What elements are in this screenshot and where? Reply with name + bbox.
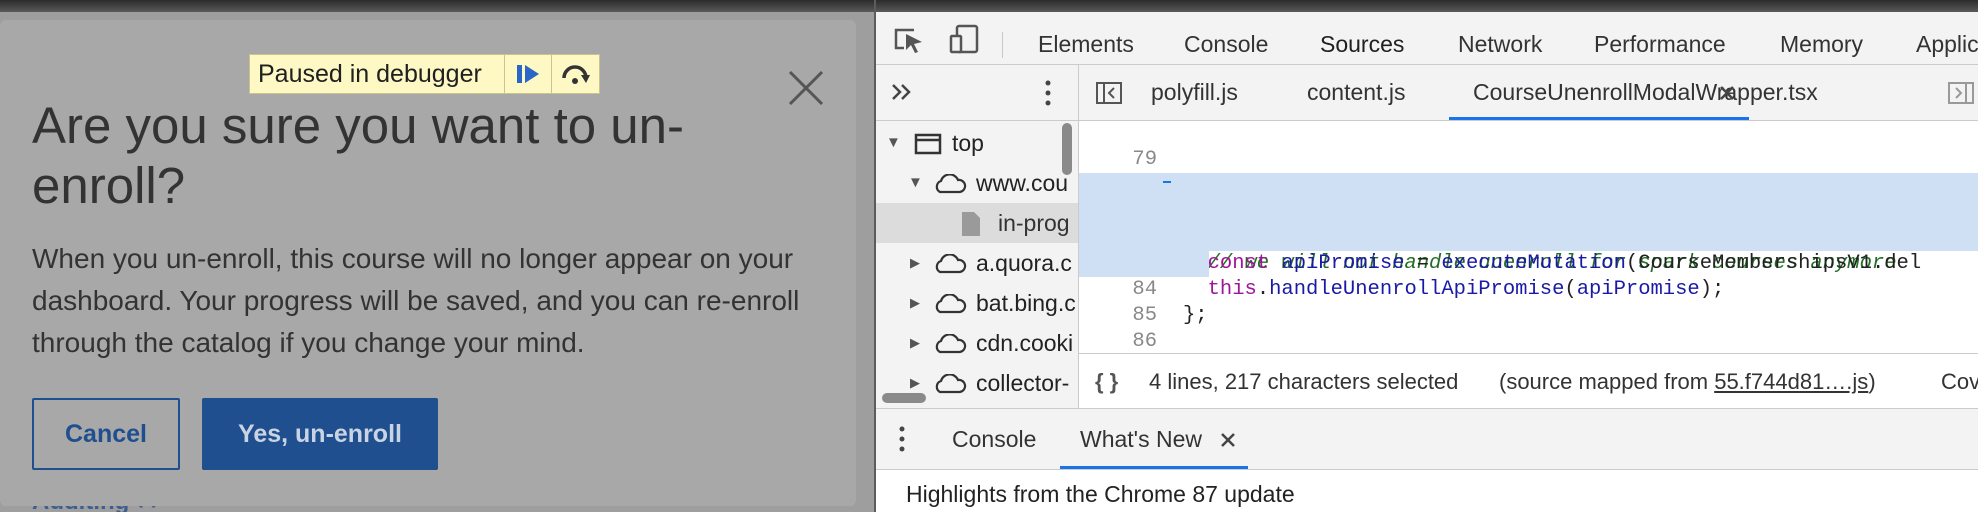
step-over-icon <box>562 65 590 84</box>
cloud-icon <box>935 294 967 314</box>
confirm-unenroll-button[interactable]: Yes, un-enroll <box>202 398 438 470</box>
close-icon <box>788 70 824 106</box>
tree-item-label: in-prog <box>998 210 1070 236</box>
close-drawer-tab-icon[interactable] <box>1220 432 1236 448</box>
step-over-button[interactable] <box>551 55 598 93</box>
navigator-header <box>876 65 1078 121</box>
toolbar-separator <box>1002 32 1003 58</box>
file-tab-content[interactable]: content.js <box>1307 65 1405 120</box>
unenroll-modal: Paused in debugger Are you sure you want… <box>0 20 856 506</box>
editor-status-bar: { } 4 lines, 217 characters selected (so… <box>1079 353 1978 409</box>
webpage: Auditing ‹ › Paused in debugger <box>0 0 874 512</box>
gutter-marker <box>1163 181 1171 183</box>
code-line-selected: 82 const apiPromise = executeMutation(Co… <box>1079 199 1978 275</box>
inspect-element-button[interactable] <box>892 24 926 54</box>
tree-item-top[interactable]: ▼ top <box>876 123 1078 163</box>
inspect-element-icon <box>894 28 922 53</box>
modal-title: Are you sure you want to un-enroll? <box>32 97 685 214</box>
source-editor: polyfill.js content.js CourseUnenrollMod… <box>1079 65 1978 409</box>
tab-sources[interactable]: Sources <box>1320 24 1404 64</box>
frame-icon <box>914 133 942 155</box>
resume-button[interactable] <box>504 55 551 93</box>
tab-application[interactable]: Applic <box>1916 24 1978 64</box>
code-line: 79 const userId = user.get().id; <box>1079 121 1978 197</box>
devtools-toolbar: Elements Console Sources Network Perform… <box>876 12 1978 76</box>
code-line-selected: 84 }; <box>1079 251 1209 327</box>
drawer-tabs: Console What's New <box>876 409 1978 470</box>
tree-arrow: ▼ <box>886 134 901 151</box>
tree-arrow: ▶ <box>910 335 920 350</box>
editor-file-tabs: polyfill.js content.js CourseUnenrollMod… <box>1079 65 1978 121</box>
source-map-link[interactable]: 55.f744d81….js <box>1714 369 1868 394</box>
line-source: const apiPromise = executeMutation(Cours… <box>1183 252 1922 275</box>
devtools-drawer: Console What's New Highlights from the C… <box>876 408 1978 512</box>
selection-info: 4 lines, 217 characters selected <box>1149 369 1459 394</box>
drawer-menu-icon[interactable] <box>896 425 908 453</box>
file-tab-course-unenroll-modal-wrapper[interactable]: CourseUnenrollModalWrapper.tsx <box>1473 65 1818 120</box>
pretty-print-button[interactable]: { } <box>1095 354 1118 409</box>
sources-navigator: ▼ top ▼ www.cou in-prog ▶ a.quora.c ▶ ba… <box>876 65 1079 408</box>
tab-elements[interactable]: Elements <box>1038 24 1134 64</box>
cloud-icon <box>935 374 967 394</box>
coverage-label: Cov <box>1941 369 1978 394</box>
whats-new-headline: Highlights from the Chrome 87 update <box>906 481 1295 507</box>
code-line-selected: 81 // we will not handle unenroll for sp… <box>1079 173 1978 275</box>
active-file-tab-indicator <box>1449 117 1749 120</box>
tree-item-in-progress[interactable]: in-prog <box>876 203 1078 243</box>
drawer-tab-whats-new[interactable]: What's New <box>1080 409 1202 469</box>
close-tab-icon[interactable] <box>1719 85 1735 101</box>
close-button[interactable] <box>786 68 826 108</box>
toggle-navigator-icon[interactable] <box>1095 81 1123 105</box>
source-map-suffix: ) <box>1868 369 1876 394</box>
navigator-horizontal-scrollbar[interactable] <box>882 393 926 403</box>
tab-performance[interactable]: Performance <box>1594 24 1726 64</box>
tree-item-label: cdn.cooki <box>976 330 1074 356</box>
browser-top-edge <box>0 0 874 12</box>
tree-item-bat-bing[interactable]: ▶ bat.bing.c <box>876 283 1078 323</box>
drawer-tab-console[interactable]: Console <box>952 409 1036 469</box>
device-toolbar-button[interactable] <box>948 24 982 54</box>
file-icon <box>962 212 980 236</box>
source-map-prefix: (source mapped from <box>1499 369 1715 394</box>
resume-icon <box>517 65 539 83</box>
cloud-icon <box>935 174 967 194</box>
tree-item-cdn-cookie[interactable]: ▶ cdn.cooki <box>876 323 1078 363</box>
active-drawer-tab-indicator <box>1060 466 1248 469</box>
code-line-selected: 83 this.handleUnenrollApiPromise(apiProm… <box>1079 225 1978 301</box>
tree-item-a-quora[interactable]: ▶ a.quora.c <box>876 243 1078 283</box>
device-mode-icon <box>949 24 979 54</box>
tree-item-www-coursera[interactable]: ▼ www.cou <box>876 163 1078 203</box>
source-map-info: (source mapped from 55.f744d81….js) <box>1499 354 1876 409</box>
more-tabs-icon[interactable] <box>890 79 914 105</box>
code-line: 86 render() { <box>1079 303 1978 353</box>
tree-item-label: top <box>952 130 984 156</box>
tree-item-label: www.cou <box>976 170 1069 196</box>
cloud-icon <box>935 254 967 274</box>
tab-network[interactable]: Network <box>1458 24 1542 64</box>
navigator-menu-icon[interactable] <box>1042 79 1054 107</box>
tab-console[interactable]: Console <box>1184 24 1268 64</box>
cancel-button[interactable]: Cancel <box>32 398 180 470</box>
code-line: 80 <box>1079 147 1978 197</box>
devtools-panel: Elements Console Sources Network Perform… <box>874 0 1978 512</box>
tab-memory[interactable]: Memory <box>1780 24 1863 64</box>
file-tab-polyfill[interactable]: polyfill.js <box>1151 65 1238 120</box>
debugger-badge-label: Paused in debugger <box>258 59 482 88</box>
tree-item-label: bat.bing.c <box>976 290 1076 316</box>
code-line: 87 const { apiStatus, onClose, courseId,… <box>1079 329 1978 353</box>
tree-item-label: a.quora.c <box>976 250 1072 276</box>
toggle-debugger-sidebar-icon[interactable] <box>1947 81 1975 105</box>
code-line: 85 <box>1079 277 1978 327</box>
paused-in-debugger-badge: Paused in debugger <box>249 54 600 94</box>
tree-arrow: ▶ <box>910 295 920 310</box>
tree-arrow: ▼ <box>908 174 923 191</box>
code-view[interactable]: 79 const userId = user.get().id; 80 81 /… <box>1079 121 1978 353</box>
navigator-vertical-scrollbar[interactable] <box>1062 123 1072 175</box>
tree-arrow: ▶ <box>910 255 920 270</box>
tree-item-label: collector- <box>976 370 1070 396</box>
cloud-icon <box>935 334 967 354</box>
modal-body-text: When you un-enroll, this course will no … <box>32 243 800 358</box>
devtools-top-edge <box>876 0 1978 12</box>
